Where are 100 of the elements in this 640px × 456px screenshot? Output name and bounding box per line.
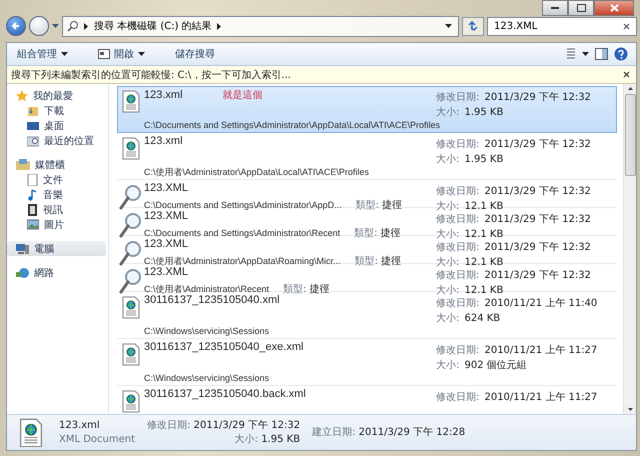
minimize-button[interactable]: [542, 0, 568, 16]
toolbar-button[interactable]: 開啟: [92, 45, 151, 63]
document-icon: [27, 174, 38, 186]
scrollbar[interactable]: [623, 84, 636, 414]
file-path: C:\使用者\Administrator\Recent: [144, 283, 270, 295]
close-button[interactable]: [594, 0, 634, 16]
nav-item[interactable]: 網路: [7, 265, 108, 280]
history-caret-icon[interactable]: [52, 24, 59, 28]
file-size: 902 個位元組: [464, 360, 527, 371]
file-name: 123.XML: [144, 210, 188, 222]
nav-item[interactable]: 電腦: [7, 241, 106, 256]
file-name: 30116137_1235105040.back.xml: [144, 388, 306, 400]
chevron-icon: [216, 22, 222, 30]
result-row[interactable]: 123.xml 修改日期: 2011/3/29 下午 12:32 大小: 1.95 KB C:\使用者\Administrator\AppData\Local\ATI\ACE\Profiles: [117, 133, 617, 180]
file-name: 123.xml: [59, 418, 101, 432]
clear-icon[interactable]: [623, 22, 630, 30]
nav-item[interactable]: 音樂: [7, 187, 108, 202]
nav-item[interactable]: 媒體櫃: [7, 157, 108, 172]
library-icon: [16, 158, 30, 170]
file-path: C:\Documents and Settings\Administrator\AppD...: [144, 200, 342, 210]
nav-item[interactable]: 視訊: [7, 202, 108, 217]
maximize-button[interactable]: [568, 0, 594, 16]
nav-item[interactable]: 最近的位置: [7, 133, 108, 148]
xml-file-icon: [121, 90, 141, 113]
modified-date: 2011/3/29 下午 12:32: [484, 270, 591, 281]
xml-file-icon: [121, 137, 141, 160]
music-note-icon: [27, 188, 38, 200]
refresh-button[interactable]: [462, 16, 484, 36]
computer-icon: [16, 242, 29, 254]
desktop-icon: [27, 120, 39, 132]
info-bar[interactable]: 搜尋下列未編製索引的位置可能較慢: C:\，按一下可加入索引...: [7, 66, 636, 84]
network-globe-icon: [16, 266, 29, 278]
modified-date: 2010/11/21 上午 11:27: [484, 392, 598, 403]
search-field[interactable]: 123.XML: [487, 16, 637, 36]
file-name: 123.XML: [144, 238, 188, 250]
nav-item[interactable]: 桌面: [7, 118, 108, 133]
modified-date: 2010/11/21 上午 11:27: [484, 345, 598, 356]
size-label: 大小:: [436, 313, 460, 324]
result-row[interactable]: 123.xml 就是這個 修改日期: 2011/3/29 下午 12:32 大小: 1.95 KB C:\Documents and Settings\Administrator\AppData\Local\ATI\ACE\Profiles: [117, 86, 617, 133]
breadcrumb[interactable]: 搜尋 本機磁碟 (C:) 的結果: [94, 19, 212, 33]
file-path: C:\使用者\Administrator\AppData\Roaming\Micr...: [144, 255, 341, 267]
file-size: 1.95 KB: [464, 154, 504, 165]
modified-date: 2011/3/29 下午 12:32: [484, 242, 591, 253]
minimize-icon: [551, 6, 559, 10]
film-icon: [27, 204, 38, 216]
picture-icon: [27, 219, 39, 230]
nav-item[interactable]: 文件: [7, 172, 108, 187]
modified-label: 修改日期:: [436, 214, 480, 225]
file-path: C:\Windows\servicing\Sessions: [144, 373, 270, 383]
back-button[interactable]: [6, 16, 26, 36]
nav-item[interactable]: 圖片: [7, 217, 108, 232]
xml-file-icon: [121, 296, 141, 319]
modified-label: 修改日期:: [436, 345, 480, 356]
result-row[interactable]: 123.XML 修改日期: 2011/3/29 下午 12:32 C:\Documents and Settings\Administrator\AppD... 類型: 捷徑 大小: 12.1 KB: [117, 180, 617, 208]
file-name: 123.XML: [144, 266, 188, 278]
modified-label: 修改日期:: [436, 270, 480, 281]
size-label: 大小:: [436, 360, 460, 371]
recent-places-icon: [27, 134, 39, 146]
maximize-icon: [576, 4, 586, 12]
file-name: 30116137_1235105040_exe.xml: [144, 341, 304, 353]
file-size: 1.95 KB: [261, 434, 300, 444]
file-name: 123.xml: [144, 89, 183, 101]
file-path: C:\Windows\servicing\Sessions: [144, 326, 270, 336]
scroll-up-icon[interactable]: [628, 87, 632, 90]
window-icon: [98, 49, 110, 59]
file-name: 30116137_1235105040.xml: [144, 294, 280, 306]
file-path: C:\Documents and Settings\Administrator\Recent: [144, 228, 340, 238]
toolbar-button[interactable]: 儲存搜尋: [169, 45, 221, 63]
file-name: 123.XML: [144, 182, 188, 194]
nav-item[interactable]: 我的最愛: [7, 88, 108, 103]
star-icon: [16, 90, 28, 102]
annotation-note: 就是這個: [222, 88, 263, 102]
magnifier-icon: [119, 212, 143, 238]
address-bar[interactable]: 搜尋 本機磁碟 (C:) 的結果: [62, 16, 459, 36]
help-icon[interactable]: [614, 47, 628, 61]
result-row[interactable]: 30116137_1235105040_exe.xml 修改日期: 2010/11/21 上午 11:27 大小: 902 個位元組 C:\Windows\servicing\Sessions: [117, 339, 617, 386]
file-size: 624 KB: [464, 313, 500, 324]
nav-item[interactable]: 下載: [7, 103, 108, 118]
file-path: C:\使用者\Administrator\AppData\Local\ATI\ACE\Profiles: [144, 166, 369, 179]
file-name: 123.xml: [144, 135, 183, 147]
chevron-icon: [84, 22, 89, 30]
xml-file-icon: [121, 343, 141, 366]
caret-icon[interactable]: [582, 52, 589, 56]
scroll-down-icon[interactable]: [628, 408, 632, 411]
file-type: XML Document: [59, 432, 136, 446]
magnifier-icon: [119, 184, 143, 210]
dropdown-caret-icon[interactable]: [445, 24, 452, 28]
modified-label: 修改日期:: [436, 186, 480, 197]
toolbar-button[interactable]: 組合管理: [11, 45, 74, 63]
scroll-thumb[interactable]: [624, 94, 636, 176]
caret-icon: [138, 52, 145, 56]
close-icon[interactable]: [623, 71, 630, 78]
preview-pane-icon[interactable]: [595, 48, 608, 60]
modified-date: 2011/3/29 下午 12:32: [194, 420, 300, 430]
size-label: 大小:: [436, 107, 460, 118]
forward-button[interactable]: [29, 16, 49, 36]
view-options-icon[interactable]: [566, 48, 576, 60]
modified-label: 修改日期:: [436, 242, 480, 253]
modified-label: 修改日期:: [436, 92, 480, 103]
modified-label: 修改日期:: [436, 392, 480, 403]
